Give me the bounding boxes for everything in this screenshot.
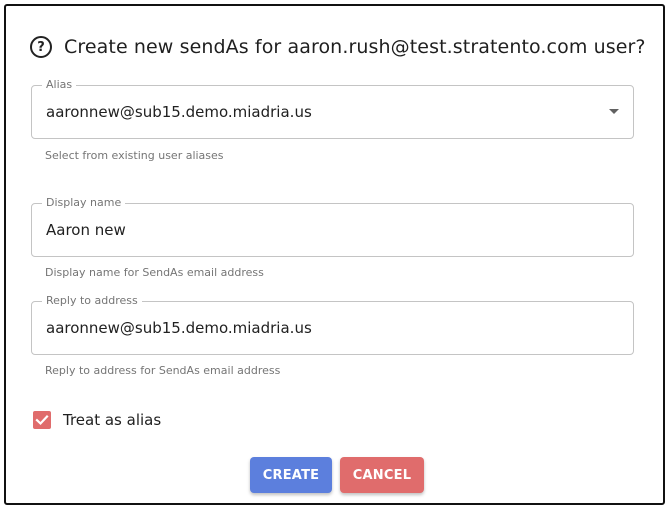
dialog-header: ? Create new sendAs for aaron.rush@test.… bbox=[30, 36, 646, 58]
reply-to-helper-text: Reply to address for SendAs email addres… bbox=[45, 364, 281, 377]
create-button[interactable]: CREATE bbox=[250, 457, 332, 493]
reply-to-field[interactable]: Reply to address aaronnew@sub15.demo.mia… bbox=[31, 294, 634, 355]
display-name-label: Display name bbox=[42, 196, 126, 209]
display-name-value: Aaron new bbox=[46, 221, 126, 239]
caret-down-icon[interactable] bbox=[609, 109, 619, 114]
cancel-button[interactable]: CANCEL bbox=[340, 457, 424, 493]
treat-as-alias-label: Treat as alias bbox=[63, 411, 162, 429]
display-name-field[interactable]: Display name Aaron new bbox=[31, 196, 634, 257]
reply-to-label: Reply to address bbox=[42, 294, 142, 307]
alias-helper-text: Select from existing user aliases bbox=[45, 149, 224, 162]
dialog-title: Create new sendAs for aaron.rush@test.st… bbox=[64, 36, 646, 58]
treat-as-alias-checkbox[interactable] bbox=[33, 411, 51, 429]
display-name-helper-text: Display name for SendAs email address bbox=[45, 266, 264, 279]
alias-select[interactable]: Alias aaronnew@sub15.demo.miadria.us bbox=[31, 78, 634, 139]
reply-to-value: aaronnew@sub15.demo.miadria.us bbox=[46, 319, 312, 337]
alias-value: aaronnew@sub15.demo.miadria.us bbox=[46, 103, 312, 121]
treat-as-alias-row[interactable]: Treat as alias bbox=[33, 411, 161, 429]
help-circle-icon: ? bbox=[30, 36, 52, 58]
checkmark-icon bbox=[35, 414, 49, 426]
create-sendas-dialog: ? Create new sendAs for aaron.rush@test.… bbox=[4, 4, 665, 505]
alias-label: Alias bbox=[42, 78, 77, 91]
